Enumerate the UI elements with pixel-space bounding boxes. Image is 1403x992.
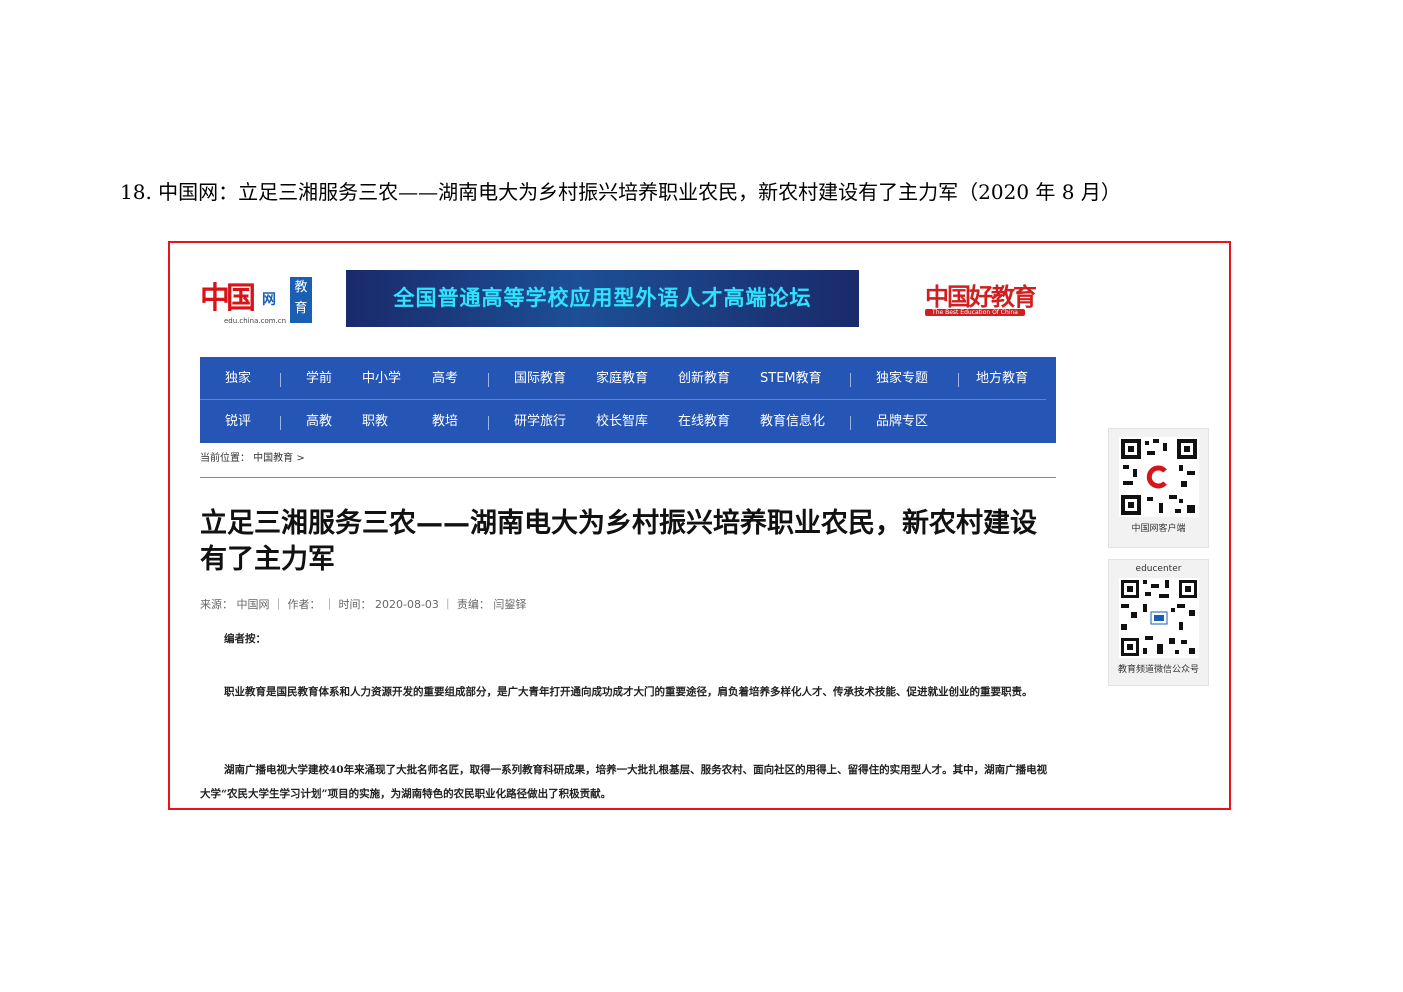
ad-banner[interactable]: 全国普通高等学校应用型外语人才高端论坛: [346, 270, 859, 327]
nav-item-higher-ed[interactable]: 高教: [306, 400, 332, 442]
nav-item-special-topics[interactable]: 独家专题: [876, 357, 928, 399]
good-education-title: 中国好教育: [925, 282, 1037, 311]
logo-mark: 中国: [200, 281, 256, 316]
nav-item-principal-think-tank[interactable]: 校长智库: [596, 400, 648, 442]
nav-item-innovation[interactable]: 创新教育: [678, 357, 730, 399]
wechat-account-name: educenter: [1135, 564, 1182, 574]
nav-item-k12[interactable]: 中小学: [362, 357, 401, 399]
logo-suffix: 网: [262, 292, 276, 308]
wechat-qr-card[interactable]: educenter 教育频道微信公众号: [1108, 559, 1209, 686]
breadcrumb[interactable]: 当前位置： 中国教育 >: [200, 449, 305, 464]
nav-item-local[interactable]: 地方教育: [976, 357, 1028, 399]
nav-item-online-ed[interactable]: 在线教育: [678, 400, 730, 442]
article-paragraph-1: 职业教育是国民教育体系和人力资源开发的重要组成部分，是广大青年打开通向成功成才大…: [224, 686, 1033, 698]
nav-row-1: 独家 学前 中小学 高考 国际教育 家庭教育 创新教育 STEM教育 独家专题 …: [200, 357, 1046, 400]
app-qr-card[interactable]: 中国网客户端: [1108, 428, 1209, 548]
nav-item-exclusive[interactable]: 独家: [225, 357, 251, 399]
nav-separator: [280, 373, 281, 387]
editor-note: 编者按：: [224, 633, 266, 645]
logo-url: edu.china.com.cn: [224, 317, 287, 325]
main-nav: 独家 学前 中小学 高考 国际教育 家庭教育 创新教育 STEM教育 独家专题 …: [200, 357, 1056, 443]
article-meta: 来源： 中国网 ｜ 作者： ｜ 时间： 2020-08-03 ｜ 责编： 闫鋆铎: [200, 598, 527, 611]
nav-item-international[interactable]: 国际教育: [514, 357, 566, 399]
screenshot-frame: 中国 网 edu.china.com.cn 教育 全国普通高等学校应用型外语人才…: [168, 241, 1231, 810]
nav-item-training[interactable]: 教培: [432, 400, 458, 442]
nav-row-2: 锐评 高教 职教 教培 研学旅行 校长智库 在线教育 教育信息化 品牌专区: [200, 400, 1056, 442]
wechat-qr-label: 教育频道微信公众号: [1117, 665, 1199, 675]
nav-separator: [850, 416, 851, 430]
nav-item-gaokao[interactable]: 高考: [432, 357, 458, 399]
nav-item-commentary[interactable]: 锐评: [225, 400, 251, 442]
nav-item-stem[interactable]: STEM教育: [760, 357, 822, 399]
nav-item-family[interactable]: 家庭教育: [596, 357, 648, 399]
article-title: 立足三湘服务三农——湖南电大为乡村振兴培养职业农民，新农村建设有了主力军: [200, 508, 1037, 575]
nav-separator: [958, 373, 959, 387]
good-education-subtitle: The Best Education Of China: [925, 309, 1025, 316]
nav-separator: [488, 373, 489, 387]
article-paragraph-2: 湖南广播电视大学建校40年来涌现了大批名师名匠，取得一系列教育科研成果，培养一大…: [200, 764, 1048, 800]
qr-code-icon: [1118, 437, 1199, 517]
qr-code-icon: [1118, 578, 1199, 658]
nav-item-ed-tech[interactable]: 教育信息化: [760, 400, 825, 442]
nav-item-vocational[interactable]: 职教: [362, 400, 388, 442]
document-caption: 18. 中国网：立足三湘服务三农——湖南电大为乡村振兴培养职业农民，新农村建设有…: [120, 180, 1121, 204]
nav-separator: [850, 373, 851, 387]
nav-separator: [488, 416, 489, 430]
nav-item-preschool[interactable]: 学前: [306, 357, 332, 399]
nav-separator: [280, 416, 281, 430]
app-qr-label: 中国网客户端: [1131, 524, 1186, 534]
nav-item-brands[interactable]: 品牌专区: [876, 400, 928, 442]
nav-item-study-tours[interactable]: 研学旅行: [514, 400, 566, 442]
divider: [200, 477, 1056, 478]
logo-section-badge[interactable]: 教育: [290, 277, 312, 323]
good-education-logo[interactable]: 中国好教育 The Best Education Of China: [905, 273, 1040, 329]
